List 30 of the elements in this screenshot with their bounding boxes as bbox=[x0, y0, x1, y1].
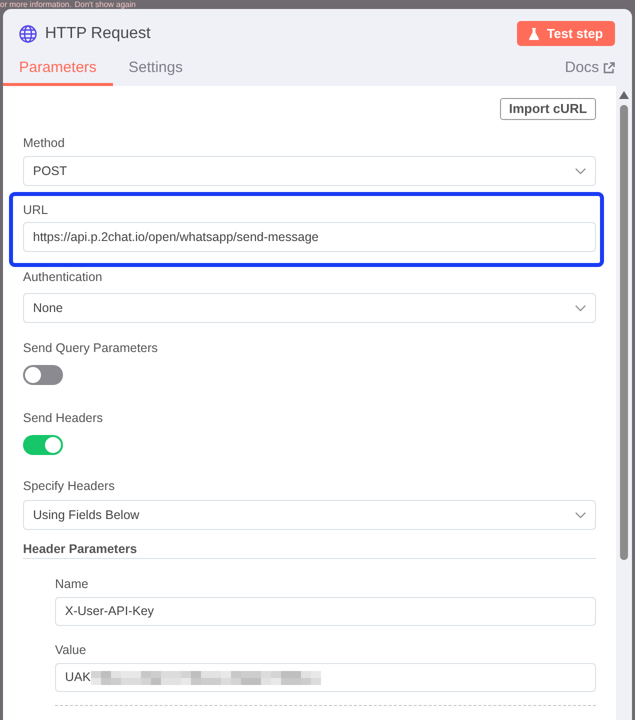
chevron-down-icon bbox=[575, 512, 586, 518]
field-label: Specify Headers bbox=[23, 478, 116, 494]
docs-link[interactable]: Docs bbox=[564, 56, 615, 80]
text-field[interactable]: X-User-API-Key bbox=[55, 597, 596, 626]
dropdown-select[interactable]: Using Fields Below bbox=[23, 500, 596, 530]
dropdown-select[interactable]: None bbox=[23, 293, 596, 323]
section-title: Header Parameters bbox=[23, 541, 138, 558]
globe-icon bbox=[19, 24, 37, 42]
node-title: HTTP Request bbox=[45, 24, 151, 44]
scrollbar-thumb[interactable] bbox=[620, 105, 628, 560]
dropdown-select[interactable]: POST bbox=[23, 156, 596, 186]
external-link-icon bbox=[603, 62, 615, 74]
chevron-down-icon bbox=[575, 304, 586, 312]
field-label: Authentication bbox=[23, 269, 104, 285]
tab[interactable]: Settings bbox=[112, 56, 199, 86]
field-label: Send Headers bbox=[23, 410, 104, 426]
toggle-switch[interactable] bbox=[23, 435, 63, 455]
text-field[interactable]: https://api.p.2chat.io/open/whatsapp/send-message bbox=[23, 222, 596, 252]
field-label: Method bbox=[23, 135, 66, 151]
notice-text: or more information. bbox=[0, 0, 72, 9]
chevron-down-icon bbox=[575, 168, 586, 174]
field-label: Value bbox=[55, 642, 88, 658]
flask-icon bbox=[528, 28, 539, 40]
field-label: URL bbox=[23, 202, 50, 218]
toggle-switch[interactable] bbox=[23, 365, 63, 385]
field-label: Send Query Parameters bbox=[23, 340, 159, 356]
scroll-up-arrow-icon[interactable] bbox=[619, 91, 629, 99]
import-curl-button[interactable]: Import cURL bbox=[500, 98, 596, 120]
field-label: Name bbox=[55, 576, 90, 592]
text-field[interactable]: UAK bbox=[55, 663, 596, 692]
